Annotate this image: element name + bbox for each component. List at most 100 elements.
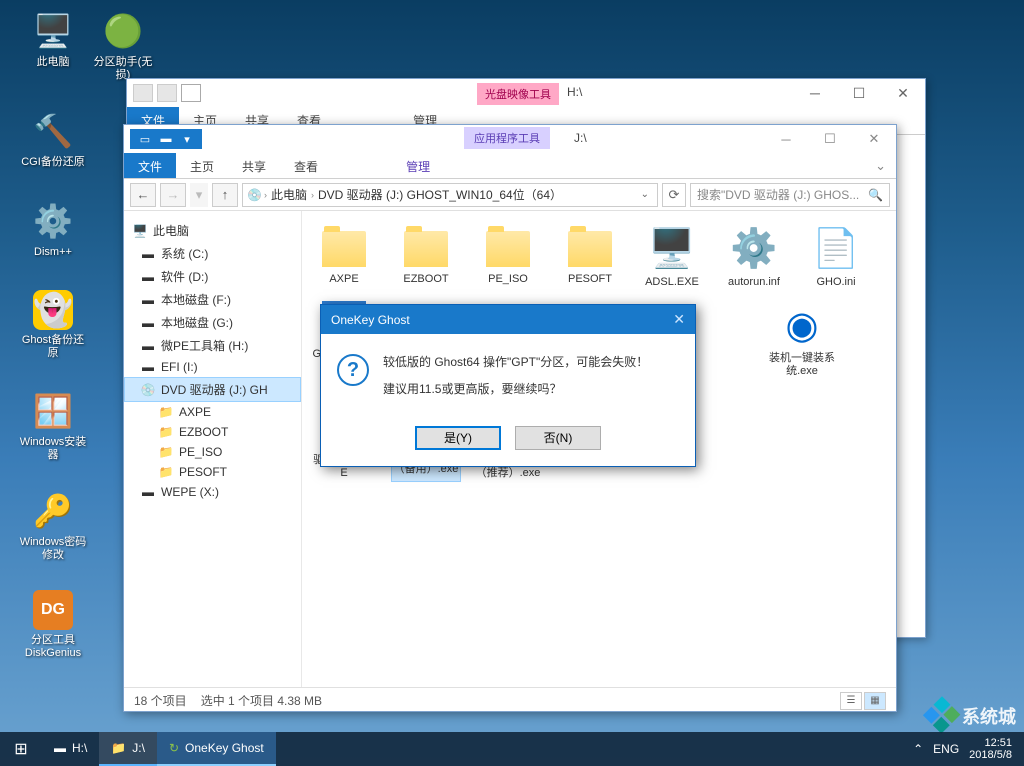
minimize-button[interactable]: ─: [793, 79, 837, 107]
onekey-ghost-dialog: OneKey Ghost ✕ ? 较低版的 Ghost64 操作"GPT"分区，…: [320, 304, 696, 467]
maximize-button[interactable]: ☐: [837, 79, 881, 107]
titlebar[interactable]: ▭ ▬ ▾ 应用程序工具 J:\ ─ ☐ ✕: [124, 125, 896, 153]
drive-icon: ▬: [140, 293, 156, 307]
qat-icon[interactable]: [157, 84, 177, 102]
maximize-button[interactable]: ☐: [808, 125, 852, 153]
quick-access-toolbar: ▭ ▬ ▾: [130, 129, 202, 149]
desktop-icon-dism[interactable]: ⚙️Dism++: [18, 200, 88, 259]
details-view-button[interactable]: ☰: [840, 692, 862, 710]
tray-chevron-icon[interactable]: ⌃: [913, 742, 923, 756]
refresh-button[interactable]: ⟳: [662, 183, 686, 207]
tree-folder-axpe[interactable]: 📁AXPE: [124, 402, 301, 422]
qat-caret-icon[interactable]: ▾: [178, 131, 196, 147]
clock[interactable]: 12:51 2018/5/8: [969, 737, 1012, 761]
item-count: 18 个项目: [134, 692, 187, 709]
file-adsl-exe[interactable]: 🖥️ADSL.EXE: [638, 225, 706, 289]
chevron-right-icon[interactable]: ›: [311, 190, 314, 200]
close-icon[interactable]: ✕: [673, 311, 685, 328]
desktop-icon-cgi-backup[interactable]: 🔨CGI备份还原: [18, 110, 88, 169]
tree-drive-i[interactable]: ▬EFI (I:): [124, 357, 301, 377]
folder-icon: 📁: [158, 465, 174, 479]
desktop-icon-ghost-backup[interactable]: 👻Ghost备份还原: [18, 290, 88, 360]
language-indicator[interactable]: ENG: [933, 742, 959, 756]
folder-ezboot[interactable]: EZBOOT: [392, 225, 460, 289]
back-button[interactable]: ←: [130, 183, 156, 207]
qat-folder-icon[interactable]: ▬: [157, 131, 175, 147]
folder-icon: 📁: [158, 405, 174, 419]
taskbar-item-onekey-ghost[interactable]: ↻OneKey Ghost: [157, 732, 276, 766]
exe-icon: ◉: [778, 301, 826, 349]
tree-folder-peiso[interactable]: 📁PE_ISO: [124, 442, 301, 462]
drive-icon: ▬: [140, 247, 156, 261]
qat-props-icon[interactable]: ▭: [136, 131, 154, 147]
drive-icon: ▬: [140, 485, 156, 499]
tree-drive-j[interactable]: 💿DVD 驱动器 (J:) GH: [124, 377, 301, 402]
desktop-icon-win-password[interactable]: 🔑Windows密码修改: [18, 490, 88, 562]
contextual-tab: 光盘映像工具: [477, 83, 559, 105]
window-controls: ─ ☐ ✕: [764, 125, 896, 153]
tree-drive-c[interactable]: ▬系统 (C:): [124, 242, 301, 265]
icons-view-button[interactable]: ▦: [864, 692, 886, 710]
file-autorun-inf[interactable]: ⚙️autorun.inf: [720, 225, 788, 289]
qat-caret[interactable]: [181, 84, 201, 102]
desktop-icon-win-installer[interactable]: 🪟Windows安装器: [18, 390, 88, 462]
tree-drive-g[interactable]: ▬本地磁盘 (G:): [124, 311, 301, 334]
taskbar-item-h-drive[interactable]: ▬H:\: [42, 732, 99, 766]
start-button[interactable]: ⊞: [0, 732, 42, 766]
desktop-icon-diskgenius[interactable]: DG分区工具DiskGenius: [18, 590, 88, 660]
tree-drive-d[interactable]: ▬软件 (D:): [124, 265, 301, 288]
exe-icon: 🖥️: [648, 225, 696, 273]
no-button[interactable]: 否(N): [515, 426, 601, 450]
nav-tree: 🖥️此电脑 ▬系统 (C:) ▬软件 (D:) ▬本地磁盘 (F:) ▬本地磁盘…: [124, 211, 302, 687]
address-bar-row: ← → ▾ ↑ 💿 › 此电脑 › DVD 驱动器 (J:) GHOST_WIN…: [124, 179, 896, 211]
quick-access-toolbar: [133, 84, 201, 102]
file-onekey-install[interactable]: ◉装机一键装系统.exe: [768, 301, 836, 391]
desktop-icon-partition-assist[interactable]: 🟢分区助手(无损): [88, 10, 158, 82]
folder-pesoft[interactable]: PESOFT: [556, 225, 624, 289]
tree-drive-f[interactable]: ▬本地磁盘 (F:): [124, 288, 301, 311]
breadcrumb-item[interactable]: 此电脑: [269, 186, 309, 203]
forward-button[interactable]: →: [160, 183, 186, 207]
tab-share[interactable]: 共享: [228, 153, 280, 178]
tab-home[interactable]: 主页: [176, 153, 228, 178]
tab-manage[interactable]: 管理: [392, 153, 444, 178]
desktop-icon-this-pc[interactable]: 🖥️此电脑: [18, 10, 88, 69]
gear-icon: ⚙️: [32, 200, 74, 242]
tree-this-pc[interactable]: 🖥️此电脑: [124, 219, 301, 242]
disk-icon: DG: [33, 590, 73, 630]
folder-icon: [568, 231, 612, 267]
tree-drive-h[interactable]: ▬微PE工具箱 (H:): [124, 334, 301, 357]
qat-icon[interactable]: [133, 84, 153, 102]
yes-button[interactable]: 是(Y): [415, 426, 501, 450]
address-bar[interactable]: 💿 › 此电脑 › DVD 驱动器 (J:) GHOST_WIN10_64位（6…: [242, 183, 658, 207]
close-button[interactable]: ✕: [852, 125, 896, 153]
folder-icon: 📁: [111, 741, 126, 755]
question-icon: ?: [337, 354, 369, 386]
tree-folder-pesoft[interactable]: 📁PESOFT: [124, 462, 301, 482]
close-button[interactable]: ✕: [881, 79, 925, 107]
search-input[interactable]: 搜索"DVD 驱动器 (J:) GHOS... 🔍: [690, 183, 890, 207]
file-gho-ini[interactable]: 📄GHO.ini: [802, 225, 870, 289]
chevron-right-icon[interactable]: ›: [264, 190, 267, 200]
up-button[interactable]: ↑: [212, 183, 238, 207]
folder-icon: [486, 231, 530, 267]
taskbar-item-j-drive[interactable]: 📁J:\: [99, 732, 157, 766]
history-caret-icon[interactable]: ▾: [190, 183, 208, 207]
minimize-button[interactable]: ─: [764, 125, 808, 153]
ribbon-expand-icon[interactable]: ⌄: [865, 153, 896, 178]
ini-icon: 📄: [812, 225, 860, 273]
folder-peiso[interactable]: PE_ISO: [474, 225, 542, 289]
address-dropdown-icon[interactable]: ⌄: [637, 189, 653, 200]
folder-icon: 📁: [158, 425, 174, 439]
ini-icon: ⚙️: [730, 225, 778, 273]
breadcrumb-item[interactable]: DVD 驱动器 (J:) GHOST_WIN10_64位（64）: [316, 186, 564, 203]
tab-view[interactable]: 查看: [280, 153, 332, 178]
tab-file[interactable]: 文件: [124, 153, 176, 178]
dialog-buttons: 是(Y) 否(N): [321, 414, 695, 466]
tree-drive-x[interactable]: ▬WEPE (X:): [124, 482, 301, 502]
tree-folder-ezboot[interactable]: 📁EZBOOT: [124, 422, 301, 442]
titlebar[interactable]: 光盘映像工具 H:\ ─ ☐ ✕: [127, 79, 925, 107]
folder-axpe[interactable]: AXPE: [310, 225, 378, 289]
dialog-title: OneKey Ghost: [331, 313, 410, 327]
dialog-titlebar[interactable]: OneKey Ghost ✕: [321, 305, 695, 334]
